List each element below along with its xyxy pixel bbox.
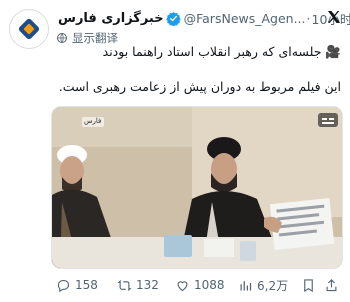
tweet-header: خبرگزاری فارس @FarsNews_Agen... · 10小时: [58, 9, 350, 27]
video-frame: [52, 107, 342, 268]
retweet-count: 132: [136, 278, 159, 292]
like-button[interactable]: 1088: [175, 274, 225, 296]
author-handle[interactable]: @FarsNews_Agen...: [184, 11, 306, 26]
share-icon: [326, 278, 337, 291]
retweet-button[interactable]: 132: [117, 274, 159, 296]
fars-logo-icon: [18, 18, 40, 40]
reply-button[interactable]: 158: [56, 274, 98, 296]
globe-icon: [57, 33, 67, 43]
video-thumbnail[interactable]: فارس: [51, 106, 343, 269]
share-button[interactable]: [324, 274, 343, 296]
like-icon: [177, 280, 188, 291]
author-name[interactable]: خبرگزاری فارس: [58, 11, 164, 26]
reply-icon: [57, 279, 70, 292]
action-bar: 158 132 1088 6,2万: [0, 274, 350, 296]
avatar[interactable]: [9, 9, 49, 49]
views-icon: [240, 280, 252, 290]
retweet-icon: [117, 279, 132, 291]
like-count: 1088: [194, 278, 225, 292]
reply-count: 158: [75, 278, 98, 292]
tweet-text-line-1: 🎥 جلسه‌ای که رهبر انقلاب استاد راهنما بو…: [102, 44, 341, 59]
bookmark-button[interactable]: [301, 274, 320, 296]
x-logo-icon[interactable]: [326, 9, 342, 25]
time-separator: ·: [306, 10, 311, 26]
captions-icon[interactable]: [318, 113, 338, 127]
bookmark-icon: [304, 278, 313, 292]
verified-badge-icon: [165, 11, 181, 26]
video-logo-text: فارس: [84, 117, 102, 125]
tweet-text-line-2: این فیلم مربوط به دوران پیش از زعامت رهب…: [58, 79, 341, 94]
views-count: 6,2万: [257, 278, 289, 293]
views-button[interactable]: 6,2万: [238, 274, 288, 296]
